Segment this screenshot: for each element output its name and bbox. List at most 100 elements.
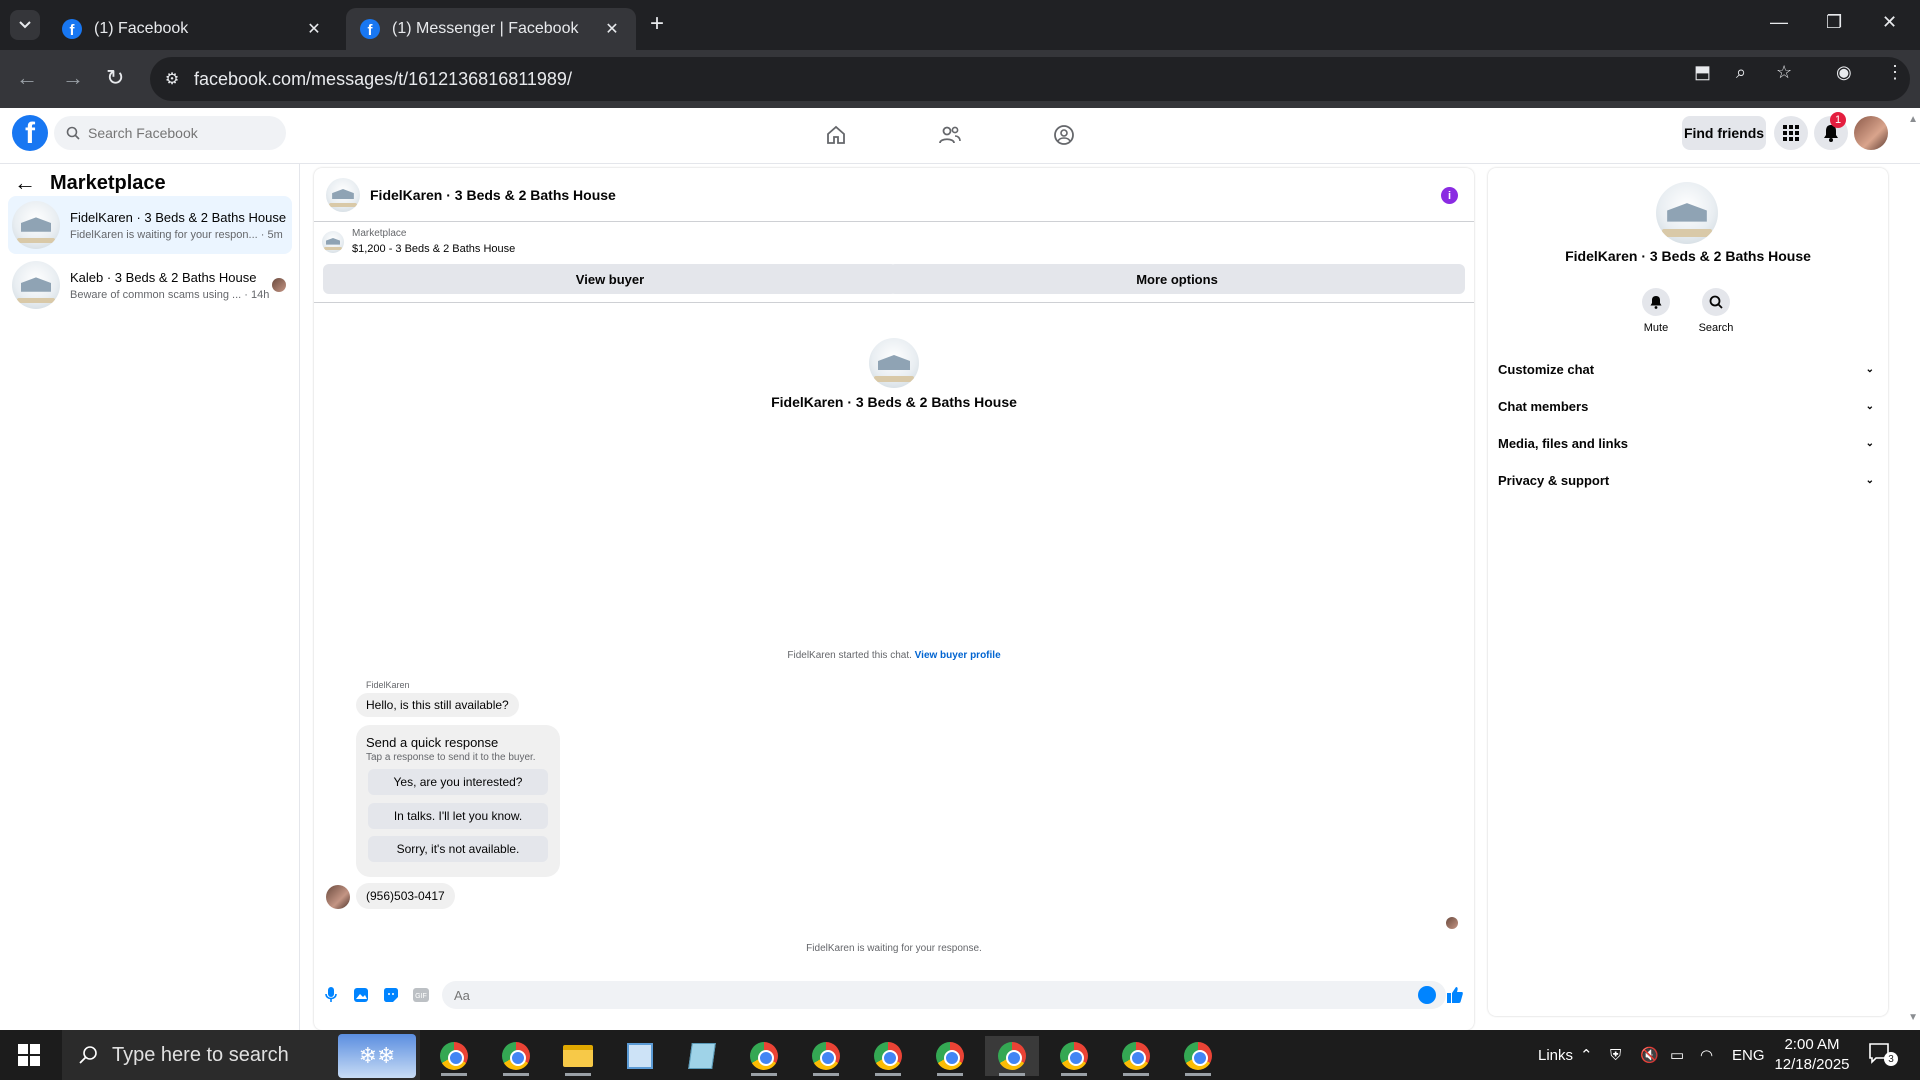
muted-speaker-icon[interactable]: 🔇 bbox=[1640, 1030, 1659, 1080]
reload-icon[interactable]: ↻ bbox=[106, 65, 124, 91]
back-arrow-icon[interactable]: ← bbox=[14, 170, 36, 196]
read-receipt-avatar bbox=[1446, 917, 1458, 929]
install-app-icon[interactable]: ⬒ bbox=[1694, 62, 1711, 83]
bell-icon bbox=[1642, 288, 1670, 316]
info-icon[interactable]: i bbox=[1441, 187, 1458, 204]
close-tab-icon[interactable]: ✕ bbox=[304, 19, 324, 39]
quick-response-button[interactable]: Sorry, it's not available. bbox=[368, 836, 548, 862]
show-hidden-icons-chevron-icon[interactable]: ⌃ bbox=[1580, 1030, 1593, 1080]
taskbar-chrome-icon[interactable] bbox=[1109, 1036, 1163, 1076]
chat-info-panel: FidelKaren · 3 Beds & 2 Baths House Mute… bbox=[1488, 168, 1888, 1016]
emoji-icon[interactable] bbox=[1418, 986, 1436, 1004]
close-tab-icon[interactable]: ✕ bbox=[602, 19, 622, 39]
divider bbox=[314, 302, 1474, 303]
message-composer: GIF bbox=[314, 974, 1474, 1014]
wifi-icon[interactable]: ◠ bbox=[1700, 1030, 1713, 1080]
taskbar-chrome-icon[interactable] bbox=[861, 1036, 915, 1076]
photo-icon[interactable] bbox=[352, 986, 370, 1004]
taskbar-search-input[interactable] bbox=[112, 1043, 312, 1067]
taskbar-search[interactable]: ❄❄ bbox=[62, 1030, 420, 1080]
scroll-down-arrow-icon[interactable]: ▼ bbox=[1908, 1012, 1918, 1023]
notification-center-icon[interactable]: 3 bbox=[1868, 1042, 1898, 1068]
mute-label: Mute bbox=[1643, 322, 1669, 334]
url-text[interactable]: facebook.com/messages/t/1612136816811989… bbox=[194, 69, 1910, 90]
search-input[interactable] bbox=[88, 125, 268, 141]
microphone-icon[interactable] bbox=[322, 986, 340, 1004]
taskbar-chrome-icon[interactable] bbox=[489, 1036, 543, 1076]
message-bubble: (956)503-0417 bbox=[356, 883, 455, 909]
chevron-down-icon bbox=[19, 21, 31, 29]
section-chat-members[interactable]: Chat members ⌄ bbox=[1498, 391, 1878, 421]
windows-start-icon[interactable] bbox=[18, 1044, 40, 1066]
new-tab-button[interactable]: + bbox=[650, 12, 664, 36]
more-options-button[interactable]: More options bbox=[889, 264, 1465, 294]
battery-icon[interactable]: ▭ bbox=[1670, 1030, 1684, 1080]
kebab-menu-icon[interactable]: ⋮ bbox=[1886, 62, 1904, 83]
taskbar-chrome-icon[interactable] bbox=[923, 1036, 977, 1076]
chat-title[interactable]: FidelKaren · 3 Beds & 2 Baths House bbox=[370, 187, 616, 203]
conversation-item[interactable]: FidelKaren · 3 Beds & 2 Baths House Fide… bbox=[8, 196, 292, 254]
minimize-icon[interactable]: — bbox=[1770, 12, 1788, 33]
tab-search-button[interactable] bbox=[10, 10, 40, 40]
restore-icon[interactable]: ❐ bbox=[1826, 12, 1842, 33]
friends-nav-icon[interactable] bbox=[930, 120, 970, 150]
scroll-up-arrow-icon[interactable]: ▲ bbox=[1908, 114, 1918, 125]
taskbar-clock[interactable]: 2:00 AM 12/18/2025 bbox=[1770, 1035, 1854, 1075]
taskbar-chrome-icon[interactable] bbox=[1171, 1036, 1225, 1076]
chat-avatar[interactable] bbox=[326, 177, 360, 212]
sender-avatar[interactable] bbox=[326, 885, 350, 909]
quick-response-button[interactable]: In talks. I'll let you know. bbox=[368, 803, 548, 829]
browser-tab-messenger[interactable]: f (1) Messenger | Facebook ✕ bbox=[346, 8, 636, 50]
taskbar-chrome-icon[interactable] bbox=[427, 1036, 481, 1076]
tab-title: (1) Messenger | Facebook bbox=[392, 20, 579, 37]
snowflake-widget-icon[interactable]: ❄❄ bbox=[338, 1034, 416, 1078]
listing-summary[interactable]: Marketplace $1,200 - 3 Beds & 2 Baths Ho… bbox=[322, 228, 515, 255]
section-privacy-support[interactable]: Privacy & support ⌄ bbox=[1498, 465, 1878, 495]
message-input-wrapper bbox=[442, 981, 1446, 1009]
groups-nav-icon[interactable] bbox=[1044, 120, 1084, 150]
like-thumb-icon[interactable] bbox=[1446, 986, 1464, 1004]
conversation-item[interactable]: Kaleb · 3 Beds & 2 Baths House Beware of… bbox=[8, 256, 292, 314]
view-buyer-profile-link[interactable]: View buyer profile bbox=[915, 650, 1001, 661]
sidebar-header: ← Marketplace bbox=[14, 168, 166, 198]
facebook-search[interactable] bbox=[54, 116, 286, 150]
security-shield-icon[interactable]: ⛨ bbox=[1610, 1030, 1621, 1080]
taskbar-chrome-icon[interactable] bbox=[737, 1036, 791, 1076]
taskbar-file-explorer-icon[interactable] bbox=[551, 1036, 605, 1076]
conversation-preview: FidelKaren is waiting for your respon...… bbox=[70, 228, 283, 241]
sticker-icon[interactable] bbox=[382, 986, 400, 1004]
message-input[interactable] bbox=[454, 987, 1394, 1003]
view-buyer-button[interactable]: View buyer bbox=[323, 264, 897, 294]
browser-toolbar: ← → ↻ ⚙ facebook.com/messages/t/16121368… bbox=[0, 50, 1920, 108]
gif-icon[interactable]: GIF bbox=[412, 986, 430, 1004]
profile-icon[interactable]: ◉ bbox=[1836, 62, 1852, 83]
taskbar-chrome-icon[interactable] bbox=[985, 1036, 1039, 1076]
mute-button[interactable]: Mute bbox=[1628, 288, 1684, 334]
quick-response-button[interactable]: Yes, are you interested? bbox=[368, 769, 548, 795]
taskbar-chrome-icon[interactable] bbox=[799, 1036, 853, 1076]
site-info-icon[interactable]: ⚙ bbox=[150, 69, 194, 89]
section-label: Chat members bbox=[1498, 398, 1589, 414]
home-nav-icon[interactable] bbox=[816, 120, 856, 150]
taskbar-document-app-icon[interactable] bbox=[613, 1036, 667, 1076]
links-toolbar[interactable]: Links bbox=[1538, 1030, 1573, 1080]
back-arrow-icon[interactable]: ← bbox=[16, 65, 38, 91]
browser-tab-facebook[interactable]: f (1) Facebook ✕ bbox=[48, 8, 338, 50]
search-in-chat-button[interactable]: Search bbox=[1688, 288, 1744, 334]
taskbar-notes-app-icon[interactable] bbox=[675, 1036, 729, 1076]
facebook-logo-icon[interactable]: f bbox=[12, 115, 48, 151]
taskbar-chrome-icon[interactable] bbox=[1047, 1036, 1101, 1076]
forward-arrow-icon[interactable]: → bbox=[62, 65, 84, 91]
menu-grid-icon[interactable] bbox=[1774, 116, 1808, 150]
account-avatar[interactable] bbox=[1854, 116, 1888, 150]
section-media-files-links[interactable]: Media, files and links ⌄ bbox=[1498, 428, 1878, 458]
bookmark-star-icon[interactable]: ☆ bbox=[1776, 62, 1792, 83]
find-friends-button[interactable]: Find friends bbox=[1682, 116, 1766, 150]
quick-response-subtitle: Tap a response to send it to the buyer. bbox=[366, 752, 536, 763]
listing-category: Marketplace bbox=[352, 228, 407, 239]
section-customize-chat[interactable]: Customize chat ⌄ bbox=[1498, 354, 1878, 384]
language-indicator[interactable]: ENG bbox=[1732, 1030, 1765, 1080]
address-bar[interactable]: ⚙ facebook.com/messages/t/16121368168119… bbox=[150, 57, 1910, 101]
zoom-icon[interactable]: ⌕ bbox=[1736, 62, 1746, 83]
close-window-icon[interactable]: ✕ bbox=[1882, 12, 1897, 33]
